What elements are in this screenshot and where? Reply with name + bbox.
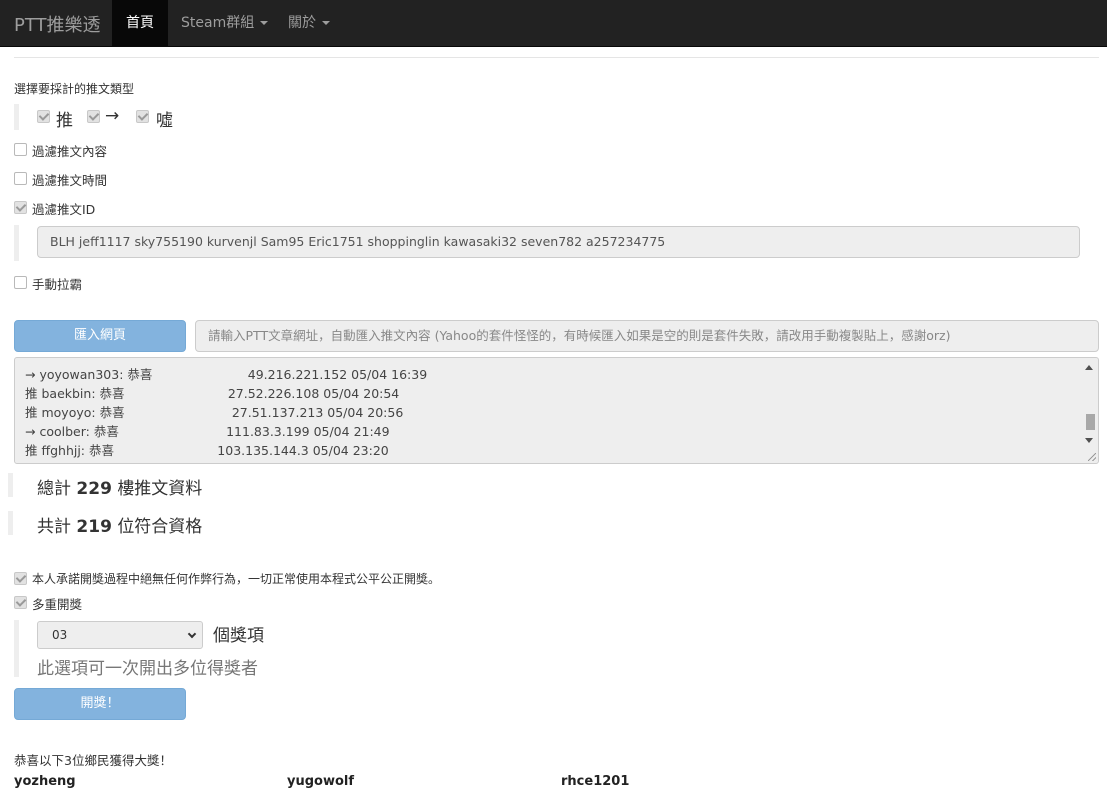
type-arrow-label: → xyxy=(105,106,120,126)
manual-label: 手動拉霸 xyxy=(32,277,83,292)
eligible-stat: 共計 219 位符合資格 xyxy=(37,512,202,537)
id-filter-input[interactable]: BLH jeff1117 sky755190 kurvenjl Sam95 Er… xyxy=(37,226,1080,258)
nav-home-label: 首頁 xyxy=(126,15,154,31)
top-navbar: PTT推樂透 首頁 Steam群組 關於 xyxy=(0,0,1107,47)
multi-draw-label: 多重開獎 xyxy=(32,597,83,612)
eligible-prefix: 共計 xyxy=(37,517,71,537)
quote-bar xyxy=(14,225,19,261)
quote-bar xyxy=(8,511,13,535)
winner-name: yozheng xyxy=(14,774,76,789)
type-push-label: 推 xyxy=(56,111,73,131)
import-button[interactable]: 匯入網頁 xyxy=(14,320,186,352)
filter-title: 選擇要採計的推文類型 xyxy=(14,82,135,96)
scrollbar-thumb[interactable] xyxy=(1086,414,1095,430)
prize-count-select[interactable]: 03 xyxy=(37,621,203,649)
comment-line: 推 baekbin: 恭喜 27.52.226.108 05/04 20:54 xyxy=(25,386,400,401)
filter-content-checkbox[interactable] xyxy=(14,143,27,156)
scroll-up-arrow-icon[interactable] xyxy=(1085,365,1093,370)
type-arrow-checkbox[interactable] xyxy=(87,110,100,123)
winner-name: yugowolf xyxy=(287,774,355,789)
manual-checkbox[interactable] xyxy=(14,276,27,289)
nav-about[interactable]: 關於 xyxy=(274,0,344,46)
quote-bar xyxy=(8,473,13,497)
result-title: 恭喜以下3位鄉民獲得大獎！ xyxy=(14,753,172,768)
quote-bar xyxy=(14,104,19,130)
total-stat: 總計 229 樓推文資料 xyxy=(37,474,202,499)
type-boo-checkbox[interactable] xyxy=(136,110,149,123)
type-push-checkbox[interactable] xyxy=(37,110,50,123)
eligible-count: 219 xyxy=(76,517,112,537)
nav-home[interactable]: 首頁 xyxy=(112,0,168,46)
nav-steam-group-label: Steam群組 xyxy=(181,15,255,31)
caret-down-icon xyxy=(322,21,330,25)
caret-down-icon xyxy=(260,21,269,25)
filter-content-label: 過濾推文內容 xyxy=(32,144,108,159)
filter-id-checkbox[interactable] xyxy=(14,201,27,214)
filter-time-label: 過濾推文時間 xyxy=(32,173,108,188)
draw-button[interactable]: 開獎！ xyxy=(14,688,186,720)
multi-draw-hint: 此選項可一次開出多位得獎者 xyxy=(37,659,258,679)
total-prefix: 總計 xyxy=(37,479,71,499)
multi-draw-checkbox[interactable] xyxy=(14,596,27,609)
chevron-down-icon xyxy=(187,629,197,639)
prize-unit-label: 個獎項 xyxy=(213,626,264,646)
comment-line: → yoyowan303: 恭喜 49.216.221.152 05/04 16… xyxy=(25,367,428,382)
url-input[interactable]: 請輸入PTT文章網址，自動匯入推文內容 (Yahoo的套件怪怪的，有時候匯入如果… xyxy=(195,320,1099,352)
divider xyxy=(14,57,1099,58)
nav-steam-group[interactable]: Steam群組 xyxy=(167,0,282,46)
resize-grip-icon[interactable] xyxy=(1088,453,1096,461)
comments-textarea[interactable]: → yoyowan303: 恭喜 49.216.221.152 05/04 16… xyxy=(14,357,1099,464)
pledge-checkbox[interactable] xyxy=(14,572,27,585)
quote-bar xyxy=(14,620,19,677)
total-count: 229 xyxy=(76,479,112,499)
eligible-suffix: 位符合資格 xyxy=(117,517,203,537)
comment-line: 推 ffghhjj: 恭喜 103.135.144.3 05/04 23:20 xyxy=(25,443,389,458)
brand-logo[interactable]: PTT推樂透 xyxy=(14,11,101,37)
filter-id-label: 過濾推文ID xyxy=(32,202,96,217)
total-suffix: 樓推文資料 xyxy=(117,479,203,499)
nav-about-label: 關於 xyxy=(288,15,316,31)
winner-name: rhce1201 xyxy=(561,774,630,789)
prize-count-value: 03 xyxy=(52,628,68,642)
comment-line: → coolber: 恭喜 111.83.3.199 05/04 21:49 xyxy=(25,424,390,439)
type-boo-label: 噓 xyxy=(156,111,173,131)
comment-line: 推 moyoyo: 恭喜 27.51.137.213 05/04 20:56 xyxy=(25,405,404,420)
filter-time-checkbox[interactable] xyxy=(14,172,27,185)
pledge-label: 本人承諾開獎過程中絕無任何作弊行為，一切正常使用本程式公平公正開獎。 xyxy=(32,572,441,586)
scroll-down-arrow-icon[interactable] xyxy=(1085,438,1093,443)
